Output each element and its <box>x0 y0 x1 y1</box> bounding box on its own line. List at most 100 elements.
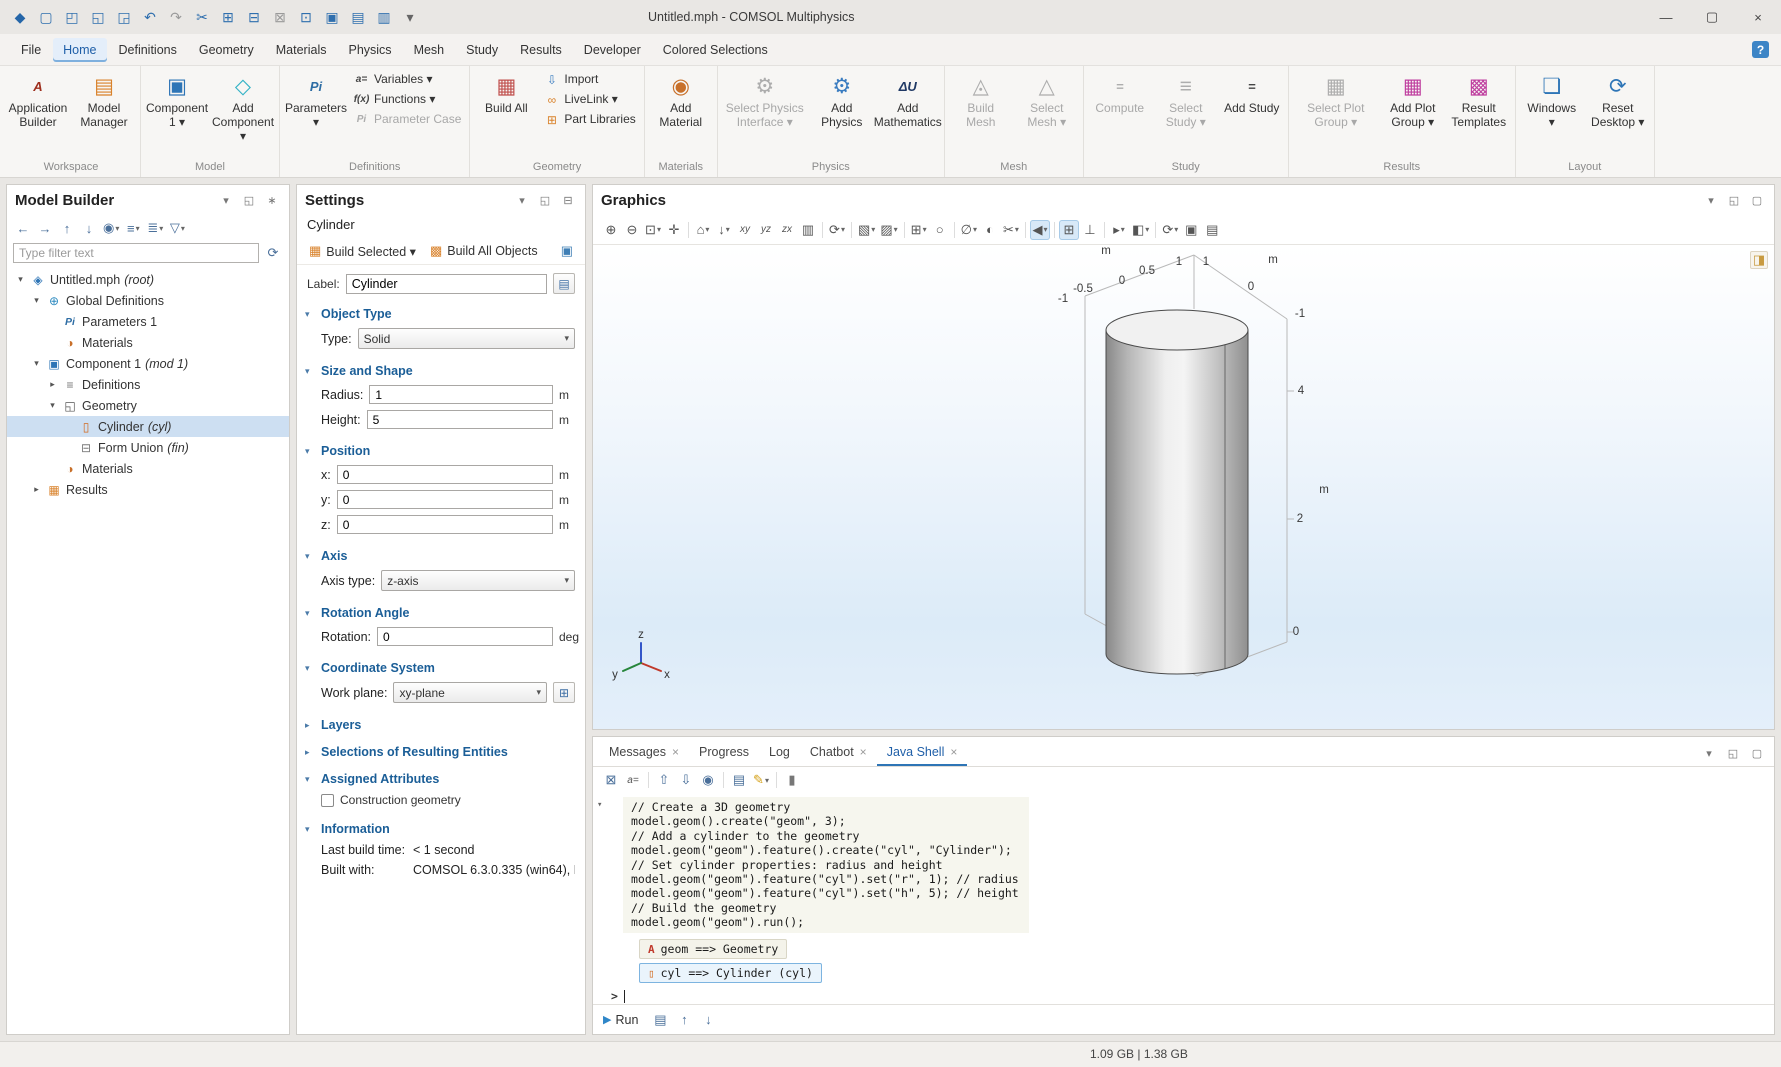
detach-panel-icon[interactable]: ◱ <box>1725 191 1743 209</box>
result-cyl-cylinder-cyl[interactable]: ▯cyl ==> Cylinder (cyl) <box>639 963 822 983</box>
create-work-plane-button[interactable]: ⊞ <box>553 682 575 703</box>
move-up-button[interactable]: ↑ <box>57 218 77 238</box>
graphics-canvas[interactable]: z y x ◨ m-1-0.500.511m0-14m20 <box>593 245 1774 729</box>
input-radius[interactable] <box>369 385 553 404</box>
maximize-panel-icon[interactable]: ▢ <box>1748 744 1766 762</box>
select-box-icon[interactable]: ⊞▾ <box>909 220 929 240</box>
tree-item-results[interactable]: ▸▦Results <box>7 479 289 500</box>
ribbon-windows[interactable]: ❏Windows ▾ <box>1520 70 1584 144</box>
help-button[interactable]: ? <box>1752 41 1769 58</box>
ribbon-reset-desktop[interactable]: ⟳Reset Desktop ▾ <box>1586 70 1650 144</box>
ribbon-functions[interactable]: f(x)Functions ▾ <box>350 90 439 109</box>
tab-chatbot[interactable]: Chatbot× <box>800 739 877 766</box>
ribbon-model-manager[interactable]: ▤Model Manager <box>72 70 136 144</box>
ribbon-add-plot-group[interactable]: ▦Add Plot Group ▾ <box>1381 70 1445 144</box>
detach-panel-icon[interactable]: ◱ <box>1724 744 1742 762</box>
close-button[interactable]: × <box>1735 0 1781 34</box>
zoom-box-icon[interactable]: ⊡▾ <box>643 220 663 240</box>
label-input[interactable] <box>346 274 547 294</box>
section-header-coordinate-system[interactable]: ▾Coordinate System <box>297 653 585 680</box>
shell-prompt[interactable]: > <box>609 989 1766 1003</box>
plot-appearance-icon[interactable]: ▧▾ <box>856 220 877 240</box>
section-header-selections-of-resulting-entities[interactable]: ▸Selections of Resulting Entities <box>297 737 585 764</box>
show-menu-button[interactable]: ◉▾ <box>101 218 121 238</box>
cylinder-3d-object[interactable] <box>1106 310 1248 674</box>
label-options-button[interactable]: ▤ <box>553 273 575 294</box>
tree-item-untitled-mph-root[interactable]: ▾◈Untitled.mph(root) <box>7 269 289 290</box>
color-theme-icon[interactable]: ◧▾ <box>1130 220 1151 240</box>
zoom-in-icon[interactable]: ⊕ <box>601 220 621 240</box>
section-header-object-type[interactable]: ▾Object Type <box>297 299 585 326</box>
menu-mesh[interactable]: Mesh <box>404 38 455 62</box>
ribbon-variables[interactable]: a=Variables ▾ <box>350 70 437 89</box>
expand-arrow-icon[interactable]: ▸ <box>31 484 42 495</box>
redo-button[interactable]: ↷ <box>164 5 188 29</box>
result-geom-geometry[interactable]: Ageom ==> Geometry <box>639 939 787 959</box>
pin-panel-icon[interactable]: ∗ <box>263 191 281 209</box>
ribbon-add-component[interactable]: ◇Add Component ▾ <box>211 70 275 146</box>
input-height[interactable] <box>367 410 553 429</box>
filter-menu-button[interactable]: ▽▾ <box>167 218 187 238</box>
menu-physics[interactable]: Physics <box>338 38 401 62</box>
go-to-default-view-icon[interactable]: ⌂▾ <box>693 220 713 240</box>
stop-execution-button[interactable]: ▮ <box>782 770 802 790</box>
collapse-arrow-icon[interactable]: ▾ <box>15 274 26 285</box>
show-axes-icon[interactable]: ⊥ <box>1080 220 1100 240</box>
collapse-arrow-icon[interactable]: ▾ <box>31 295 42 306</box>
tree-item-materials[interactable]: ◑Materials <box>7 458 289 479</box>
copy-button[interactable]: ⊞ <box>216 5 240 29</box>
menu-developer[interactable]: Developer <box>574 38 651 62</box>
detach-panel-icon[interactable]: ◱ <box>536 191 554 209</box>
select-entities-icon[interactable]: ▸▾ <box>1109 220 1129 240</box>
ribbon-add-physics[interactable]: ⚙Add Physics <box>810 70 874 144</box>
menu-home[interactable]: Home <box>53 38 106 62</box>
next-command-button[interactable]: ↓ <box>698 1010 718 1030</box>
open-file-button[interactable]: ◰ <box>60 5 84 29</box>
menu-definitions[interactable]: Definitions <box>109 38 187 62</box>
input-y[interactable] <box>337 490 553 509</box>
section-header-layers[interactable]: ▸Layers <box>297 710 585 737</box>
refresh-plot-icon[interactable]: ⟳▾ <box>827 220 847 240</box>
view-zx-icon[interactable]: zx <box>777 220 797 240</box>
close-tab-icon[interactable]: × <box>672 745 679 759</box>
menu-geometry[interactable]: Geometry <box>189 38 264 62</box>
collapse-block-icon[interactable]: ▾ <box>597 800 602 810</box>
new-file-button[interactable]: ▢ <box>34 5 58 29</box>
tab-java-shell[interactable]: Java Shell× <box>877 739 968 766</box>
undo-button[interactable]: ↶ <box>138 5 162 29</box>
menu-study[interactable]: Study <box>456 38 508 62</box>
tree-item-cylinder-cyl[interactable]: ▯Cylinder(cyl) <box>7 416 289 437</box>
move-down-button[interactable]: ↓ <box>79 218 99 238</box>
ribbon-component-1[interactable]: ▣Component 1 ▾ <box>145 70 209 144</box>
select-work-plane[interactable]: xy-plane▾ <box>393 682 547 703</box>
show-grid-icon[interactable]: ⊞ <box>1059 220 1079 240</box>
environment-icon[interactable]: ▨▾ <box>878 220 899 240</box>
maximize-panel-icon[interactable]: ▢ <box>1748 191 1766 209</box>
menu-results[interactable]: Results <box>510 38 572 62</box>
select-type[interactable]: Solid▾ <box>358 328 575 349</box>
menu-materials[interactable]: Materials <box>266 38 337 62</box>
scene-light-icon[interactable]: ◀▾ <box>1030 220 1050 240</box>
camera-icon[interactable]: ▥ <box>798 220 818 240</box>
settings-menu-icon[interactable]: ▾ <box>513 191 531 209</box>
syntax-highlight-button[interactable]: ✎▾ <box>751 770 771 790</box>
tree-item-definitions[interactable]: ▸≡Definitions <box>7 374 289 395</box>
word-wrap-button[interactable]: ▤ <box>729 770 749 790</box>
tab-messages[interactable]: Messages× <box>599 739 689 766</box>
ribbon-livelink[interactable]: ∞LiveLink ▾ <box>540 90 621 109</box>
ribbon-build-all[interactable]: ▦Build All <box>474 70 538 144</box>
ribbon-import[interactable]: ⇩Import <box>540 70 602 89</box>
detach-panel-icon[interactable]: ◱ <box>240 191 258 209</box>
collapse-arrow-icon[interactable]: ▾ <box>47 400 58 411</box>
customize-toolbar-button[interactable]: ▾ <box>398 5 422 29</box>
maximize-button[interactable]: ▢ <box>1689 0 1735 34</box>
clip-plane-icon[interactable]: ✂▾ <box>1001 220 1021 240</box>
duplicate-button[interactable]: ⊟ <box>242 5 266 29</box>
close-tab-icon[interactable]: × <box>860 745 867 759</box>
select-axis-type[interactable]: z-axis▾ <box>381 570 575 591</box>
collapse-menu-button[interactable]: ≣▾ <box>145 218 165 238</box>
geometry-objects-button[interactable]: ▣ <box>555 240 579 262</box>
view-yz-icon[interactable]: yz <box>756 220 776 240</box>
tree-item-parameters-1[interactable]: PiParameters 1 <box>7 311 289 332</box>
expand-arrow-icon[interactable]: ▸ <box>47 379 58 390</box>
